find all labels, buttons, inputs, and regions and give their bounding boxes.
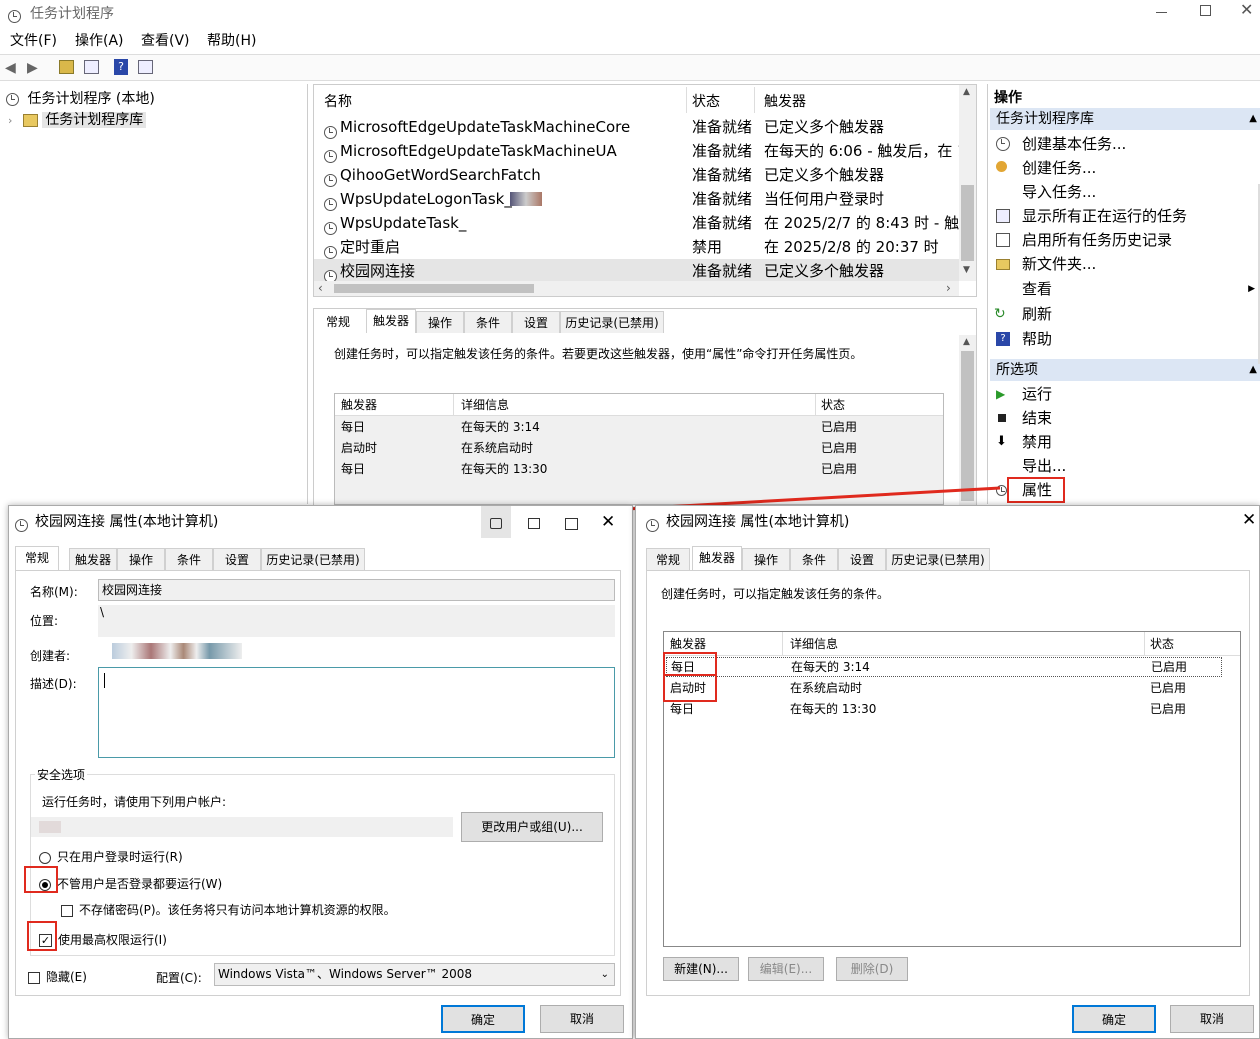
triggers-description: 创建任务时，可以指定触发该任务的条件。	[661, 587, 890, 601]
highlight-trigger-rows-2	[663, 674, 717, 702]
tab-conditions[interactable]: 条件	[165, 548, 213, 570]
triggers-panel: 创建任务时，可以指定触发该任务的条件。 触发器 详细信息 状态 每日 在每天的 3…	[646, 570, 1250, 996]
dialog-close-icon[interactable]: ✕	[601, 512, 615, 532]
checkbox-icon[interactable]	[61, 904, 73, 917]
tab-settings[interactable]: 设置	[213, 548, 261, 570]
dialog-icon	[15, 519, 28, 532]
save-icon[interactable]	[565, 518, 578, 530]
tab-settings[interactable]: 设置	[838, 548, 886, 570]
location-label: 位置:	[30, 614, 59, 628]
dialog-icon	[646, 519, 659, 532]
cancel-button[interactable]: 取消	[540, 1005, 624, 1033]
security-title: 安全选项	[35, 766, 88, 783]
highlight-trigger-rows	[663, 652, 717, 676]
dialog-title: 校园网连接 属性(本地计算机)	[666, 514, 850, 530]
tab-triggers[interactable]: 触发器	[692, 546, 742, 570]
author-value-redacted	[112, 643, 242, 659]
tab-triggers[interactable]: 触发器	[69, 548, 117, 570]
name-field[interactable]: 校园网连接	[98, 579, 615, 601]
ok-button[interactable]: 确定	[441, 1005, 525, 1033]
delete-trigger-button[interactable]: 删除(D)	[836, 957, 908, 981]
triggers-table: 触发器 详细信息 状态 每日 在每天的 3:14 已启用 启动时 在系统启动时 已启用 …	[663, 631, 1241, 947]
table-row[interactable]: 启动时 在系统启动时 已启用	[666, 678, 1222, 698]
name-label: 名称(M):	[30, 585, 78, 599]
cancel-button[interactable]: 取消	[1170, 1005, 1254, 1033]
dialog-icon-b[interactable]	[528, 518, 540, 529]
radio-icon[interactable]	[39, 851, 51, 864]
dialog-tabs: 常规 触发器 操作 条件 设置 历史记录(已禁用)	[15, 546, 535, 572]
radio-run-whether-logged-on[interactable]: 不管用户是否登录都要运行(W)	[39, 875, 222, 892]
description-input[interactable]	[98, 667, 615, 758]
tab-general[interactable]: 常规	[646, 548, 690, 570]
dialog-tabs: 常规 触发器 操作 条件 设置 历史记录(已禁用)	[646, 546, 1166, 572]
tab-conditions[interactable]: 条件	[790, 548, 838, 570]
table-header: 触发器 详细信息 状态	[664, 632, 1240, 656]
edit-trigger-button[interactable]: 编辑(E)...	[748, 957, 824, 981]
properties-dialog-triggers: 校园网连接 属性(本地计算机) ✕ 常规 触发器 操作 条件 设置 历史记录(已…	[635, 505, 1260, 1039]
table-row-selected[interactable]: 每日 在每天的 3:14 已启用	[666, 657, 1222, 677]
config-label: 配置(C):	[156, 971, 202, 985]
highlight-general-tab	[17, 544, 53, 568]
new-trigger-button[interactable]: 新建(N)...	[663, 957, 739, 981]
table-row[interactable]: 每日 在每天的 13:30 已启用	[666, 699, 1222, 719]
user-account-field	[31, 817, 453, 837]
chevron-down-icon[interactable]: ⌄	[601, 964, 609, 985]
checkbox-no-store-password[interactable]: 不存储密码(P)。该任务将只有访问本地计算机资源的权限。	[61, 901, 396, 918]
dialog-close-icon[interactable]: ✕	[1242, 510, 1256, 530]
dialog-title: 校园网连接 属性(本地计算机)	[35, 514, 219, 530]
author-label: 创建者:	[30, 649, 71, 663]
checkbox-hidden[interactable]: 隐藏(E)	[28, 968, 87, 985]
config-select[interactable]: Windows Vista™、Windows Server™ 2008 ⌄	[214, 963, 615, 986]
security-group: 安全选项 运行任务时，请使用下列用户帐户: 更改用户或组(U)... 只在用户登…	[30, 766, 615, 956]
dialog-icon-a[interactable]	[490, 518, 502, 529]
tab-history[interactable]: 历史记录(已禁用)	[886, 548, 990, 570]
highlight-checkbox-highest	[27, 921, 57, 951]
change-user-button[interactable]: 更改用户或组(U)...	[461, 812, 603, 842]
description-label: 描述(D):	[30, 677, 77, 691]
tab-actions[interactable]: 操作	[117, 548, 165, 570]
location-field: \	[98, 605, 615, 637]
highlight-radio-run-whether	[24, 866, 58, 893]
tab-actions[interactable]: 操作	[742, 548, 790, 570]
general-panel: 名称(M): 校园网连接 位置: \ 创建者: 描述(D): 安全选项 运行任务…	[15, 570, 621, 996]
radio-logged-on-only[interactable]: 只在用户登录时运行(R)	[39, 848, 183, 865]
ok-button[interactable]: 确定	[1072, 1005, 1156, 1033]
checkbox-icon[interactable]	[28, 971, 40, 984]
run-as-label: 运行任务时，请使用下列用户帐户:	[42, 795, 227, 809]
properties-dialog-general: 校园网连接 属性(本地计算机) ✕ 常规 触发器 操作 条件 设置 历史记录(已…	[8, 505, 633, 1039]
checkbox-highest-privileges[interactable]: ✓ 使用最高权限运行(I)	[39, 931, 167, 948]
tab-history[interactable]: 历史记录(已禁用)	[261, 548, 365, 570]
